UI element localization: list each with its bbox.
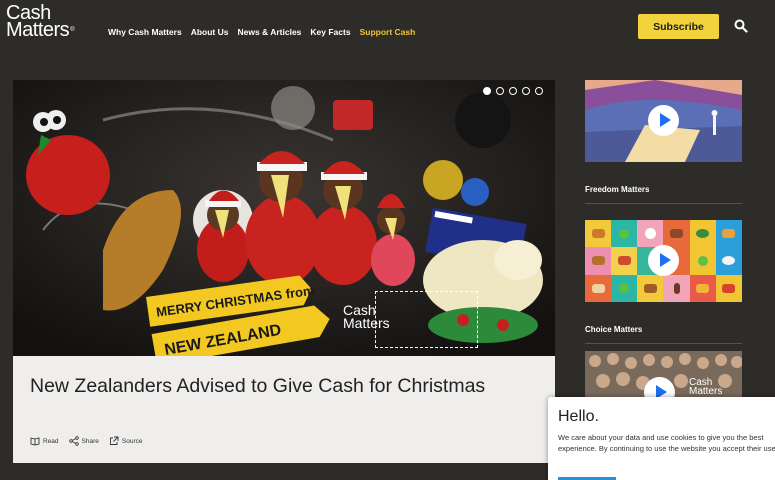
read-label: Read <box>43 437 59 445</box>
cookie-text: We care about your data and use cookies … <box>558 433 775 453</box>
sandwich-icon <box>591 283 605 293</box>
book-icon <box>30 437 40 446</box>
source-label: Source <box>121 437 143 445</box>
apple-icon <box>697 255 708 266</box>
food-icon <box>591 229 605 239</box>
grid-cell <box>663 220 690 248</box>
carousel-dot-2[interactable] <box>496 87 504 95</box>
grid-cell <box>637 220 664 248</box>
carousel-dots <box>483 87 543 95</box>
video-thumbnail[interactable] <box>585 220 742 302</box>
grid-cell <box>585 247 612 275</box>
carousel-dot-3[interactable] <box>509 87 517 95</box>
drink-icon <box>673 282 680 294</box>
plate-icon <box>722 256 736 266</box>
grid-cell <box>715 247 742 275</box>
carousel-dot-5[interactable] <box>535 87 543 95</box>
share-label: Share <box>81 437 99 445</box>
read-action[interactable]: Read <box>30 436 59 446</box>
sidebar-video-freedom-matters[interactable]: Freedom Matters <box>585 80 742 204</box>
logo-registered-mark: ® <box>70 27 75 33</box>
divider <box>585 343 742 344</box>
video-thumbnail[interactable] <box>585 80 742 162</box>
coffee-icon <box>644 228 656 240</box>
thumbnail-brand-line2: Matters <box>689 386 723 397</box>
burger-icon <box>643 283 657 293</box>
burger-icon <box>591 256 605 266</box>
fries-icon <box>696 283 710 293</box>
sidebar-item-label[interactable]: Freedom Matters <box>585 185 742 194</box>
grid-cell <box>611 247 638 275</box>
article-title[interactable]: New Zealanders Advised to Give Cash for … <box>30 374 500 399</box>
main-nav: Why Cash Matters About Us News & Article… <box>108 27 415 37</box>
article-card[interactable]: New Zealanders Advised to Give Cash for … <box>13 356 555 463</box>
grid-cell <box>663 274 690 302</box>
food-icon <box>722 229 736 239</box>
burger-icon <box>670 229 684 239</box>
carousel-dot-4[interactable] <box>522 87 530 95</box>
nav-why-cash-matters[interactable]: Why Cash Matters <box>108 27 182 37</box>
source-action[interactable]: Source <box>109 436 143 446</box>
carousel-dot-1[interactable] <box>483 87 491 95</box>
subscribe-button[interactable]: Subscribe <box>638 14 719 39</box>
play-icon[interactable] <box>648 245 679 276</box>
share-icon <box>68 436 79 446</box>
cookie-banner: Hello. We care about your data and use c… <box>548 397 775 480</box>
nav-key-facts[interactable]: Key Facts <box>310 27 350 37</box>
cookie-title: Hello. <box>558 408 599 425</box>
cash-matters-logo[interactable]: Cash Matters® <box>6 3 75 41</box>
share-action[interactable]: Share <box>68 436 99 446</box>
search-icon[interactable] <box>734 19 748 33</box>
apple-icon <box>619 283 630 294</box>
food-icon <box>722 283 736 293</box>
sidebar-video-choice-matters[interactable]: Choice Matters <box>585 220 742 344</box>
grid-cell <box>715 220 742 248</box>
divider <box>585 203 742 204</box>
nav-support-cash[interactable]: Support Cash <box>360 27 416 37</box>
external-link-icon <box>109 436 119 445</box>
nav-news-articles[interactable]: News & Articles <box>237 27 301 37</box>
hero-dashed-frame <box>375 291 478 348</box>
grid-cell <box>611 220 638 248</box>
grid-cell <box>715 274 742 302</box>
salad-icon <box>696 229 710 239</box>
grid-cell <box>585 220 612 248</box>
grid-cell <box>611 274 638 302</box>
sidebar-item-label[interactable]: Choice Matters <box>585 325 742 334</box>
grid-cell <box>689 247 716 275</box>
thumbnail-brand-logo: Cash Matters <box>689 378 723 397</box>
play-icon[interactable] <box>648 105 679 136</box>
apple-icon <box>619 228 630 239</box>
hero-carousel[interactable]: MERRY CHRISTMAS from NEW ZEALAND Cash Ma… <box>13 80 555 356</box>
article-actions: Read Share Source <box>30 436 143 446</box>
nav-about-us[interactable]: About Us <box>191 27 229 37</box>
logo-line-2: Matters® <box>6 19 75 41</box>
grid-cell <box>689 220 716 248</box>
logo-text: Matters <box>6 19 70 41</box>
grid-cell <box>689 274 716 302</box>
grid-cell <box>585 274 612 302</box>
grid-cell <box>637 274 664 302</box>
site-header: Cash Matters® Why Cash Matters About Us … <box>0 0 775 62</box>
food-icon <box>617 256 631 266</box>
